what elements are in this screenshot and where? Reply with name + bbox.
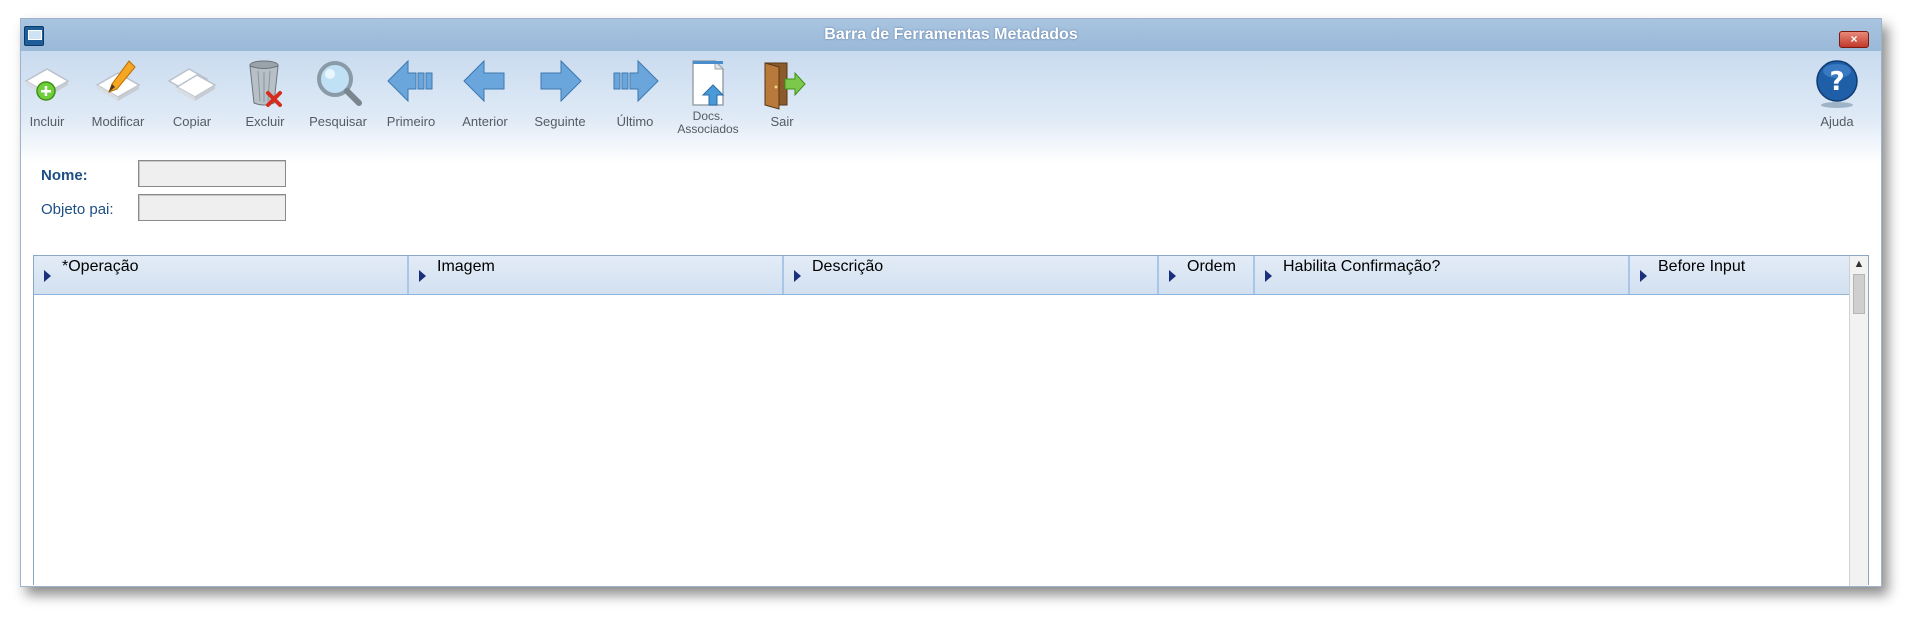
column-sort-icon: [419, 270, 426, 282]
last-arrow-icon: [613, 59, 659, 103]
edit-pencil-icon: [95, 60, 141, 101]
primeiro-label: Primeiro: [386, 114, 436, 129]
column-sort-icon: [1640, 270, 1647, 282]
close-button[interactable]: ×: [1839, 31, 1869, 48]
objeto-pai-input[interactable]: [138, 194, 286, 221]
excluir-button[interactable]: Excluir: [231, 59, 299, 151]
incluir-label: Incluir: [29, 114, 65, 129]
copiar-button[interactable]: Copiar: [158, 59, 226, 151]
docs-label-line2: Associados: [677, 122, 739, 136]
main-window: Barra de Ferramentas Metadados × Incluir: [20, 18, 1882, 587]
document-upload-icon: [692, 59, 725, 106]
column-header-ordem[interactable]: Ordem: [1159, 256, 1255, 294]
column-sort-icon: [1169, 270, 1176, 282]
previous-arrow-icon: [463, 59, 505, 103]
scroll-up-button[interactable]: ▲: [1850, 256, 1868, 272]
objeto-pai-label: Objeto pai:: [41, 201, 114, 218]
grid-header: *Operação Imagem Descrição Ordem Habilit…: [34, 256, 1850, 295]
primeiro-button[interactable]: Primeiro: [377, 59, 445, 151]
sair-label: Sair: [770, 114, 794, 129]
seguinte-label: Seguinte: [534, 114, 586, 129]
data-grid: *Operação Imagem Descrição Ordem Habilit…: [33, 255, 1869, 586]
docs-associados-button[interactable]: Docs. Associados: [674, 59, 742, 151]
nome-label: Nome:: [41, 167, 88, 184]
svg-text:?: ?: [1829, 67, 1844, 97]
magnifier-icon: [317, 61, 362, 106]
anterior-label: Anterior: [462, 114, 508, 129]
column-header-label: Ordem: [1187, 258, 1236, 275]
window-title: Barra de Ferramentas Metadados: [824, 26, 1078, 43]
column-sort-icon: [1265, 270, 1272, 282]
pesquisar-label: Pesquisar: [309, 114, 367, 129]
column-header-operacao[interactable]: *Operação: [34, 256, 409, 294]
ultimo-label: Último: [616, 114, 654, 129]
column-header-label: Imagem: [437, 258, 495, 275]
scroll-thumb[interactable]: [1853, 274, 1865, 314]
column-header-label: Descrição: [812, 258, 884, 275]
toolbar: Incluir Modificar Copiar Excluir Pesquis…: [21, 51, 1881, 163]
column-header-imagem[interactable]: Imagem: [409, 256, 784, 294]
pesquisar-button[interactable]: Pesquisar: [304, 59, 372, 151]
column-header-descricao[interactable]: Descrição: [784, 256, 1159, 294]
ajuda-button[interactable]: ? Ajuda: [1803, 59, 1871, 151]
column-header-before-input[interactable]: Before Input: [1630, 256, 1850, 294]
ajuda-label: Ajuda: [1820, 114, 1854, 129]
exit-door-icon: [764, 62, 806, 110]
copiar-label: Copiar: [172, 114, 212, 129]
seguinte-button[interactable]: Seguinte: [526, 59, 594, 151]
nome-input[interactable]: [138, 160, 286, 187]
column-header-label: Habilita Confirmação?: [1283, 258, 1441, 275]
trash-delete-icon: [249, 60, 282, 107]
ultimo-button[interactable]: Último: [601, 59, 669, 151]
next-arrow-icon: [540, 59, 582, 103]
sair-button[interactable]: Sair: [748, 59, 816, 151]
add-document-icon: [24, 68, 70, 101]
incluir-button[interactable]: Incluir: [21, 59, 81, 151]
copy-pages-icon: [167, 68, 217, 101]
modificar-label: Modificar: [91, 114, 145, 129]
excluir-label: Excluir: [245, 114, 285, 129]
help-question-icon: ?: [1816, 60, 1858, 108]
modificar-button[interactable]: Modificar: [84, 59, 152, 151]
column-sort-icon: [794, 270, 801, 282]
title-bar[interactable]: Barra de Ferramentas Metadados ×: [21, 19, 1881, 51]
column-header-label: *Operação: [62, 258, 139, 275]
column-sort-icon: [44, 270, 51, 282]
vertical-scrollbar[interactable]: ▲: [1849, 256, 1868, 586]
column-header-label: Before Input: [1658, 258, 1746, 275]
anterior-button[interactable]: Anterior: [451, 59, 519, 151]
column-header-habilita-confirmacao[interactable]: Habilita Confirmação?: [1255, 256, 1630, 294]
first-arrow-icon: [387, 59, 433, 103]
